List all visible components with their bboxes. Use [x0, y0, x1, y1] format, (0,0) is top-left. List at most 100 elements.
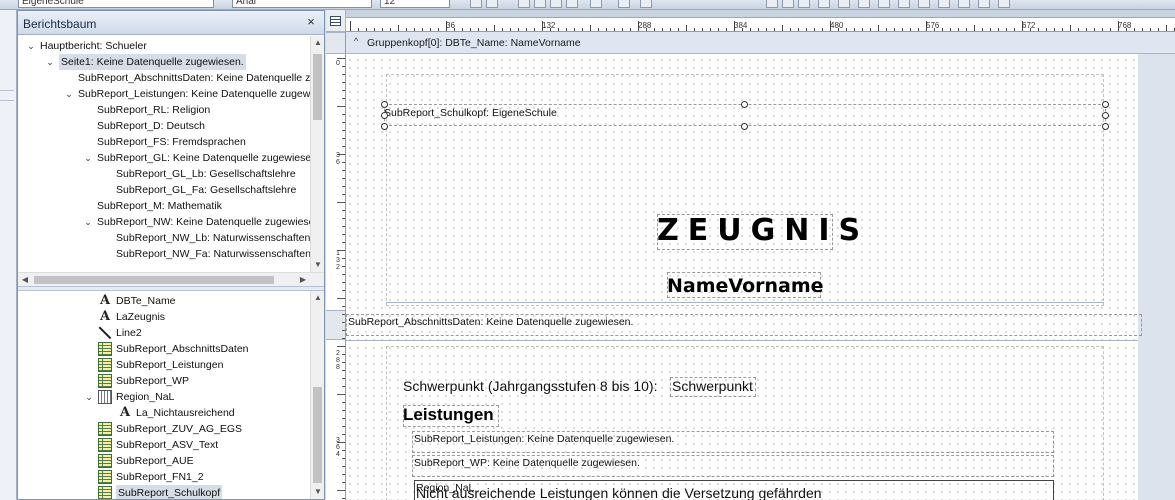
align-tool-6-button[interactable] — [918, 0, 930, 8]
expand-chevron-icon[interactable]: ⌄ — [64, 86, 74, 102]
tree-item[interactable]: SubReport_RL: Religion — [97, 102, 210, 118]
ruler-tick — [854, 28, 855, 31]
close-icon[interactable]: × — [304, 15, 318, 29]
expand-chevron-icon[interactable]: ⌄ — [83, 214, 93, 230]
align-tool-3-button[interactable] — [858, 0, 870, 8]
align-tool-2-button[interactable] — [838, 0, 850, 8]
align-tool-8-button[interactable] — [958, 0, 970, 8]
component-item[interactable]: SubReport_WP — [116, 373, 189, 389]
ruler-tick — [366, 28, 367, 31]
tree-item[interactable]: SubReport_M: Mathematik — [97, 198, 222, 214]
font-style-combo[interactable]: EigeneSchule — [18, 0, 214, 8]
tree-item[interactable]: SubReport_Leistungen: Keine Datenquelle … — [78, 86, 324, 102]
resize-handle[interactable] — [381, 112, 388, 119]
resize-handle[interactable] — [741, 101, 748, 108]
expand-chevron-icon[interactable]: ⌄ — [45, 54, 55, 70]
tree-item[interactable]: SubReport_AbschnittsDaten: Keine Datenqu… — [78, 70, 324, 86]
tree-item[interactable]: Seite1: Keine Datenquelle zugewiesen. — [59, 54, 246, 70]
dock-tab-marker[interactable] — [0, 100, 14, 101]
resize-handle[interactable] — [381, 101, 388, 108]
align-tool-1-button[interactable] — [818, 0, 830, 8]
align-right-button[interactable] — [550, 0, 562, 8]
component-item[interactable]: LaZeugnis — [116, 309, 165, 325]
expand-chevron-icon[interactable]: ⌄ — [26, 38, 36, 54]
tree-item[interactable]: SubReport_GL: Keine Datenquelle zugewies… — [97, 150, 320, 166]
scroll-up-icon[interactable]: ▲ — [311, 36, 325, 50]
tree-item[interactable]: SubReport_GL_Fa: Gesellschaftslehre — [116, 182, 296, 198]
component-item[interactable]: Region_NaL — [116, 389, 174, 405]
tree-item[interactable]: Hauptbericht: Schueler — [40, 38, 147, 54]
justify-button[interactable] — [566, 0, 578, 8]
component-item[interactable]: SubReport_ASV_Text — [116, 437, 218, 453]
bold-button[interactable] — [470, 0, 482, 8]
ruler-tick — [974, 25, 975, 31]
anchor-button[interactable] — [766, 0, 778, 8]
tree-item[interactable]: SubReport_NW: Keine Datenquelle zugewies… — [97, 214, 323, 230]
ruler-tick — [1014, 28, 1015, 31]
align-tool-7-button[interactable] — [938, 0, 950, 8]
resize-handle[interactable] — [741, 123, 748, 130]
tree-item[interactable]: SubReport_FS: Fremdsprachen — [97, 134, 246, 150]
scrollbar-thumb[interactable] — [313, 54, 322, 120]
resize-handle[interactable] — [1102, 112, 1109, 119]
align-tool-9-button[interactable] — [978, 0, 990, 8]
ruler-tick — [342, 98, 345, 99]
component-item[interactable]: SubReport_Leistungen — [116, 357, 223, 373]
resize-handle[interactable] — [1102, 123, 1109, 130]
tree-item[interactable]: SubReport_NW_Fa: Naturwissenschaften — [116, 246, 311, 262]
resize-handle[interactable] — [1102, 101, 1109, 108]
component-item[interactable]: La_Nichtausreichend — [136, 405, 235, 421]
list-vertical-scrollbar[interactable]: ▲ ▼ — [310, 291, 324, 499]
dock-tab-marker[interactable] — [0, 90, 14, 91]
scroll-up-icon[interactable]: ▲ — [311, 291, 325, 305]
component-item[interactable]: SubReport_AUE — [116, 453, 194, 469]
scroll-down-icon[interactable]: ▼ — [311, 485, 325, 499]
ruler-corner[interactable] — [326, 10, 346, 32]
align-left-button[interactable] — [518, 0, 530, 8]
ruler-tick — [990, 28, 991, 31]
tree-item[interactable]: SubReport_NW_Lb: Naturwissenschaften — [116, 230, 310, 246]
tree-horizontal-scrollbar[interactable]: ◀ ▶ — [18, 272, 324, 286]
left-dock-strip — [0, 10, 17, 500]
expand-chevron-icon[interactable]: ⌄ — [84, 389, 94, 405]
ruler-label: 576 — [926, 21, 940, 30]
list-button[interactable] — [590, 0, 602, 8]
design-canvas[interactable]: ^ Gruppenkopf[0]: DBTe_Name: NameVorname… — [346, 32, 1175, 500]
component-item[interactable]: Line2 — [116, 325, 142, 341]
font-name-combo[interactable]: Arial — [232, 0, 372, 8]
ruler-tick — [342, 386, 345, 387]
panel-title: Berichtsbaum — [23, 17, 97, 31]
scroll-left-icon[interactable]: ◀ — [18, 273, 32, 287]
expand-chevron-icon[interactable]: ⌄ — [83, 150, 93, 166]
component-item[interactable]: SubReport_FN1_2 — [116, 469, 204, 485]
group-header-band[interactable]: ^ Gruppenkopf[0]: DBTe_Name: NameVorname — [346, 32, 1175, 54]
scroll-down-icon[interactable]: ▼ — [311, 258, 325, 272]
scroll-right-icon[interactable]: ▶ — [296, 273, 310, 287]
scrollbar-thumb[interactable] — [34, 276, 274, 284]
resize-handle[interactable] — [381, 123, 388, 130]
component-item[interactable]: SubReport_Schulkopf — [116, 485, 223, 499]
ruler-tick — [342, 186, 345, 187]
ruler-margin — [346, 10, 1175, 18]
separator-line[interactable] — [386, 302, 1104, 303]
color-button[interactable] — [618, 0, 630, 8]
layer-button[interactable] — [782, 0, 794, 8]
toolbar: EigeneSchule Arial 12 — [0, 0, 1175, 10]
align-tool-5-button[interactable] — [898, 0, 910, 8]
component-item[interactable]: DBTe_Name — [116, 293, 176, 309]
font-size-combo[interactable]: 12 — [380, 0, 450, 8]
scrollbar-thumb[interactable] — [313, 387, 322, 483]
tree-item[interactable]: SubReport_D: Deutsch — [97, 118, 205, 134]
align-center-button[interactable] — [534, 0, 546, 8]
highlight-button[interactable] — [640, 0, 652, 8]
component-item[interactable]: SubReport_AbschnittsDaten — [116, 341, 249, 357]
italic-button[interactable] — [486, 0, 498, 8]
component-item[interactable]: SubReport_ZUV_AG_EGS — [116, 421, 242, 437]
bring-front-button[interactable] — [798, 0, 810, 8]
align-tool-10-button[interactable] — [998, 0, 1010, 8]
chevron-up-icon[interactable]: ^ — [354, 36, 358, 46]
ruler-tick — [606, 28, 607, 31]
align-tool-4-button[interactable] — [878, 0, 890, 8]
tree-vertical-scrollbar[interactable]: ▲ ▼ — [310, 36, 324, 272]
tree-item[interactable]: SubReport_GL_Lb: Gesellschaftslehre — [116, 166, 296, 182]
